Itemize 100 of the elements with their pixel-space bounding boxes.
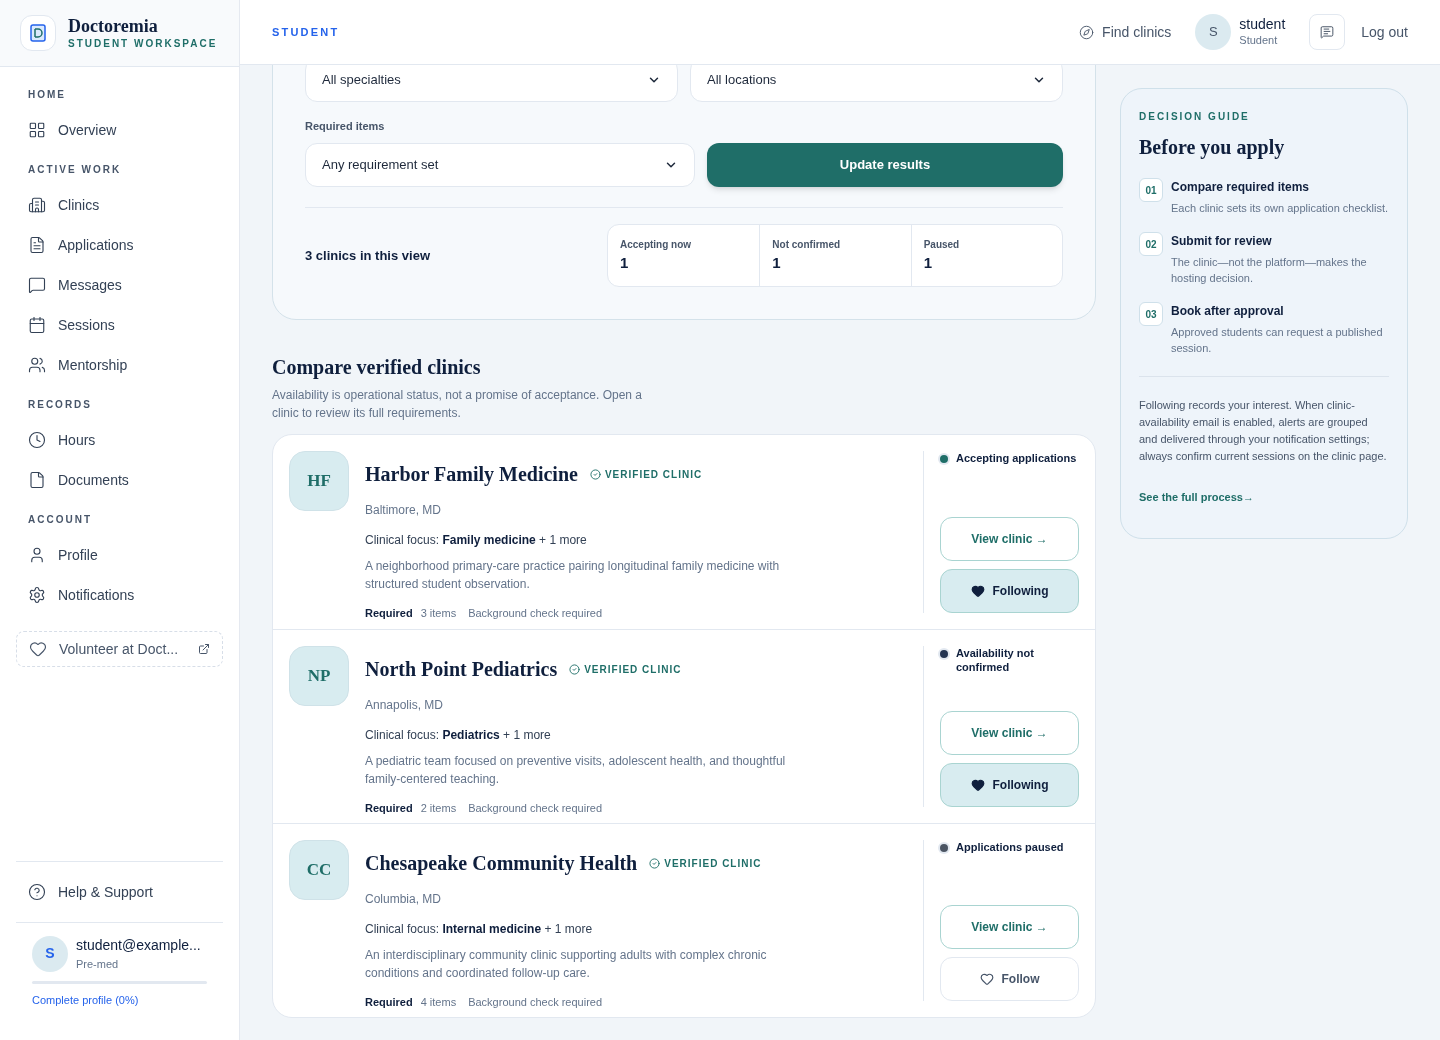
clinic-location: Columbia, MD [365,891,443,908]
step-text: Each clinic sets its own application checklist. [1171,201,1389,216]
section-heading: ACTIVE WORK [27,163,123,177]
view-clinic-button[interactable]: View clinic → [940,711,1079,755]
update-results-button[interactable]: Update results [707,142,1063,187]
document-icon [28,236,46,254]
user-avatar: S [32,935,68,972]
follow-button[interactable]: Following [940,763,1079,807]
check-circle-icon [589,468,601,480]
logout-link[interactable]: Log out [1361,21,1408,43]
full-process-link[interactable]: See the full process→ [1139,489,1389,506]
required-label: Required [365,801,413,816]
section-description: Availability is operational status, not a promise of acceptance. Open a clinic to review its full requirements. [272,387,643,422]
nav-item[interactable]: Hours [16,420,223,460]
logo-icon [20,15,56,51]
required-label: Required [365,995,413,1010]
messages-button[interactable] [1309,14,1346,50]
guide-note: Following records your interest. When clinic-availability email is enabled, alerts are grouped and delivered through your notification settings; always confirm current sessions on the clinic page. [1139,398,1388,464]
nav-item[interactable]: Applications [16,225,223,265]
step-number: 02 [1139,232,1163,256]
user-role: Pre-med [76,957,120,972]
heart-icon [29,640,47,658]
select-field[interactable]: All locations [690,65,1063,102]
follow-button[interactable]: Follow [940,957,1079,1001]
required-count: 4 items [420,995,457,1010]
building-icon [28,196,46,214]
section-heading: HOME [27,88,67,102]
verified-label: VERIFIED CLINIC [569,661,682,677]
user-email: student@example... [76,936,201,955]
nav-item[interactable]: Notifications [16,575,223,615]
clinic-initials: HF [289,451,349,511]
clinical-focus: Clinical focus: Pediatrics + 1 more [365,727,552,744]
heart-icon [970,584,985,598]
compass-icon [1079,24,1095,40]
user-role: Student [1239,32,1279,48]
nav-item[interactable]: Clinics [16,185,223,225]
required-label: Required [365,606,413,621]
select-field[interactable]: Any requirement set [305,142,695,187]
chat-icon [28,276,46,294]
nav-item[interactable]: Sessions [16,305,223,345]
help-icon [28,883,46,901]
verified-label: VERIFIED CLINIC [649,855,762,871]
check-circle-icon [569,663,581,675]
complete-profile-link[interactable]: Complete profile (0%) [32,991,207,1008]
stat-value: 1 [923,252,933,273]
results-summary: 3 clinics in this view [305,246,431,265]
step-text: Approved students can request a published session. [1171,325,1384,356]
clinic-name: North Point Pediatrics [365,657,558,682]
section-heading: RECORDS [27,398,93,412]
check-circle-icon [649,857,661,869]
section-heading: ACCOUNT [27,513,93,527]
view-clinic-button[interactable]: View clinic → [940,517,1079,561]
user-avatar: S [1195,14,1232,50]
clock-icon [28,431,46,449]
grid-icon [28,121,46,139]
stat-label: Not confirmed [772,237,842,252]
verified-label: VERIFIED CLINIC [589,466,703,482]
nav-item[interactable]: Overview [16,110,223,150]
field-label: Required items [305,119,386,134]
brand-name: Doctoremia [68,15,159,36]
breadcrumb: STUDENT [272,24,340,40]
guide-title: Before you apply [1139,135,1286,161]
stat-label: Paused [923,237,961,252]
step-number: 01 [1139,178,1163,202]
step-number: 03 [1139,302,1163,326]
requirement-note: Background check required [468,801,603,816]
step-text: The clinic—not the platform—makes the hosting decision. [1171,255,1368,286]
stat-label: Accepting now [620,237,693,252]
clinic-description: An interdisciplinary community clinic supporting adults with complex chronic conditions and coordinated follow-up care. [365,947,768,982]
step-title: Book after approval [1171,303,1285,320]
step-title: Compare required items [1171,179,1311,196]
external-link-icon [198,643,210,655]
requirement-note: Background check required [468,606,603,621]
find-clinics-link[interactable]: Find clinics [1079,21,1172,43]
help-link[interactable]: Help & Support [16,874,223,910]
clinic-description: A neighborhood primary-care practice pairing longitudinal family medicine with structured student observation. [365,558,781,593]
clinic-location: Annapolis, MD [365,697,445,714]
section-title: Compare verified clinics [272,355,482,381]
requirement-note: Background check required [468,995,603,1010]
stat-value: 1 [620,252,630,273]
view-clinic-button[interactable]: View clinic → [940,905,1079,949]
clinical-focus: Clinical focus: Internal medicine + 1 more [365,921,594,938]
status-label: Applications paused [956,840,1064,854]
stat-value: 1 [772,252,782,273]
nav-item[interactable]: Profile [16,535,223,575]
settings-icon [28,586,46,604]
clinic-description: A pediatric team focused on preventive visits, adolescent health, and thoughtful family-centered teaching. [365,753,787,788]
guide-eyebrow: DECISION GUIDE [1139,110,1251,124]
heart-icon [970,778,985,792]
select-field[interactable]: All specialties [305,65,678,102]
nav-item[interactable]: Documents [16,460,223,500]
nav-item[interactable]: Messages [16,265,223,305]
clinic-name: Chesapeake Community Health [365,851,638,877]
status-label: Availability not confirmed [956,646,1035,674]
required-count: 3 items [420,606,457,621]
nav-item[interactable]: Mentorship [16,345,223,385]
calendar-icon [28,316,46,334]
volunteer-link[interactable]: Volunteer at Doct... [16,631,223,667]
follow-button[interactable]: Following [940,569,1079,613]
people-icon [28,356,46,374]
